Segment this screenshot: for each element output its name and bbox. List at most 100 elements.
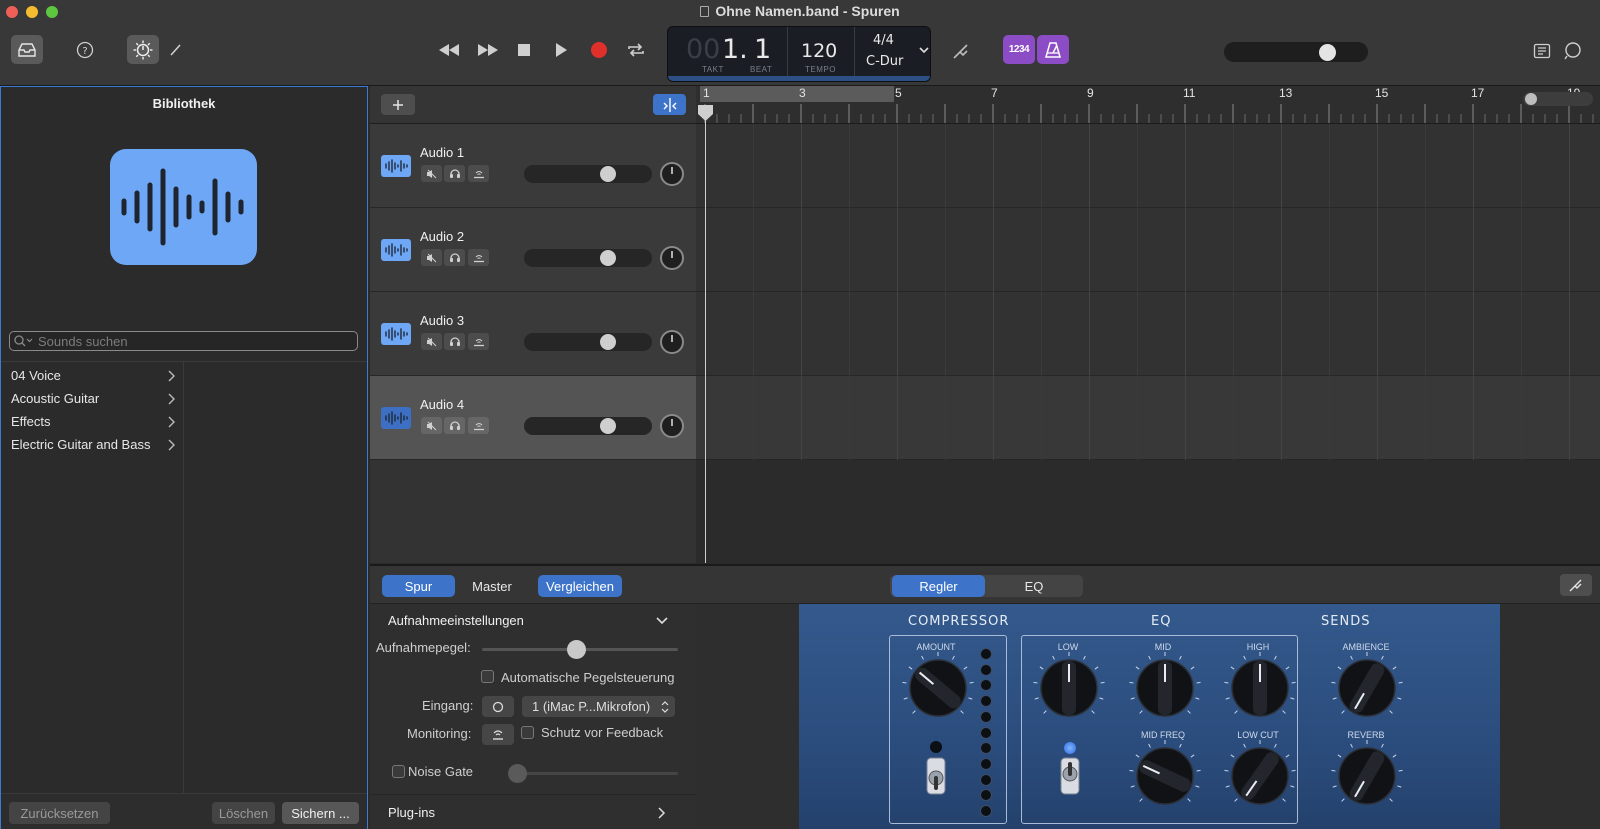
library-button[interactable] [11,35,43,64]
low-knob[interactable] [1027,646,1111,730]
track-volume-knob[interactable] [600,166,616,182]
feedback-protection-checkbox[interactable] [521,726,534,739]
track-name[interactable]: Audio 3 [420,313,464,328]
track-lane[interactable] [696,292,1600,376]
playhead-handle-icon[interactable] [697,104,714,122]
delete-button[interactable]: Löschen [212,802,275,824]
library-category-voice[interactable]: 04 Voice [1,364,184,387]
reset-button[interactable]: Zurücksetzen [9,802,110,824]
master-volume-slider[interactable] [1224,42,1368,62]
track-volume-knob[interactable] [600,250,616,266]
master-volume-knob[interactable] [1319,44,1336,61]
track-header[interactable]: Audio 4 [370,376,696,460]
track-pan-knob[interactable] [660,414,684,438]
catch-playhead-button[interactable] [653,94,686,115]
add-track-button[interactable] [381,94,415,115]
smart-controls-button[interactable] [127,35,159,64]
tab-track[interactable]: Spur [382,575,455,597]
quick-help-button[interactable]: ? [71,36,99,64]
eq-toggle-switch[interactable] [1057,756,1083,796]
high-knob[interactable] [1218,646,1302,730]
amount-knob[interactable] [896,646,980,730]
track-volume-slider[interactable] [524,333,652,351]
mute-button[interactable] [421,165,442,182]
mid-knob[interactable] [1123,646,1207,730]
playhead[interactable] [698,105,713,563]
input-format-button[interactable] [482,696,514,717]
tuner-button[interactable] [948,38,974,64]
solo-button[interactable] [444,249,465,266]
monitor-button[interactable] [468,417,489,434]
track-volume-knob[interactable] [600,334,616,350]
track-lane[interactable] [696,376,1600,460]
track-lane[interactable] [696,124,1600,208]
fast-forward-button[interactable] [473,38,503,62]
cycle-region[interactable] [700,86,894,102]
sound-search-field[interactable] [9,331,358,351]
record-button[interactable] [587,38,611,62]
track-volume-slider[interactable] [524,249,652,267]
monitor-button[interactable] [468,165,489,182]
horizontal-zoom-knob[interactable] [1525,93,1537,105]
mid-freq-knob[interactable] [1123,734,1207,818]
mute-button[interactable] [421,333,442,350]
noise-gate-checkbox[interactable] [392,765,405,778]
monitor-button[interactable] [468,249,489,266]
noise-gate-slider[interactable] [508,764,678,783]
track-header[interactable]: Audio 1 [370,124,696,208]
track-lane[interactable] [696,208,1600,292]
tracks-area[interactable] [696,124,1600,563]
monitor-button[interactable] [468,333,489,350]
track-name[interactable]: Audio 1 [420,145,464,160]
track-volume-slider[interactable] [524,165,652,183]
play-button[interactable] [549,38,573,62]
loop-browser-button[interactable] [1559,38,1587,64]
tab-master[interactable]: Master [457,575,527,597]
tab-eq[interactable]: EQ [987,575,1081,597]
horizontal-zoom-slider[interactable] [1523,92,1593,106]
ambience-knob[interactable] [1325,646,1409,730]
mute-button[interactable] [421,417,442,434]
count-in-button[interactable]: 1234 [1003,35,1035,64]
record-level-knob[interactable] [567,640,586,659]
solo-button[interactable] [444,165,465,182]
track-header[interactable]: Audio 2 [370,208,696,292]
stop-button[interactable] [512,38,536,62]
track-pan-knob[interactable] [660,246,684,270]
library-category-electric-guitar-bass[interactable]: Electric Guitar and Bass [1,433,184,456]
rewind-button[interactable] [434,38,464,62]
plugins-row[interactable]: Plug-ins [370,794,696,829]
solo-button[interactable] [444,417,465,434]
notepad-button[interactable] [1529,39,1555,63]
record-level-slider[interactable] [482,640,678,659]
sound-search-input[interactable] [38,333,338,349]
compressor-toggle-switch[interactable] [923,756,949,796]
track-volume-slider[interactable] [524,417,652,435]
editors-button[interactable] [164,36,188,64]
noise-gate-knob[interactable] [508,764,527,783]
lcd-menu-button[interactable] [916,42,932,58]
recording-settings-heading[interactable]: Aufnahmeeinstellungen [388,613,524,628]
metronome-button[interactable] [1037,35,1069,64]
track-name[interactable]: Audio 4 [420,397,464,412]
track-header[interactable]: Audio 3 [370,292,696,376]
low-cut-knob[interactable] [1218,734,1302,818]
track-name[interactable]: Audio 2 [420,229,464,244]
monitoring-button[interactable] [482,724,514,745]
mute-button[interactable] [421,249,442,266]
reverb-knob[interactable] [1325,734,1409,818]
track-volume-knob[interactable] [600,418,616,434]
library-category-effects[interactable]: Effects [1,410,184,433]
smart-controls-tuner-button[interactable] [1560,574,1592,596]
lcd-display[interactable]: 00 1. 1 TAKT BEAT 120 TEMPO 4/4 C-Dur [667,26,931,82]
track-pan-knob[interactable] [660,330,684,354]
cycle-button[interactable] [623,38,649,62]
input-select[interactable]: 1 (iMac P...Mikrofon) [522,696,675,717]
tab-controls[interactable]: Regler [892,575,985,597]
save-button[interactable]: Sichern ... [282,802,359,824]
library-category-acoustic-guitar[interactable]: Acoustic Guitar [1,387,184,410]
auto-level-checkbox[interactable] [481,670,494,683]
chevron-down-icon[interactable] [656,617,668,625]
track-pan-knob[interactable] [660,162,684,186]
ruler[interactable]: 135791113151719 [696,86,1600,124]
